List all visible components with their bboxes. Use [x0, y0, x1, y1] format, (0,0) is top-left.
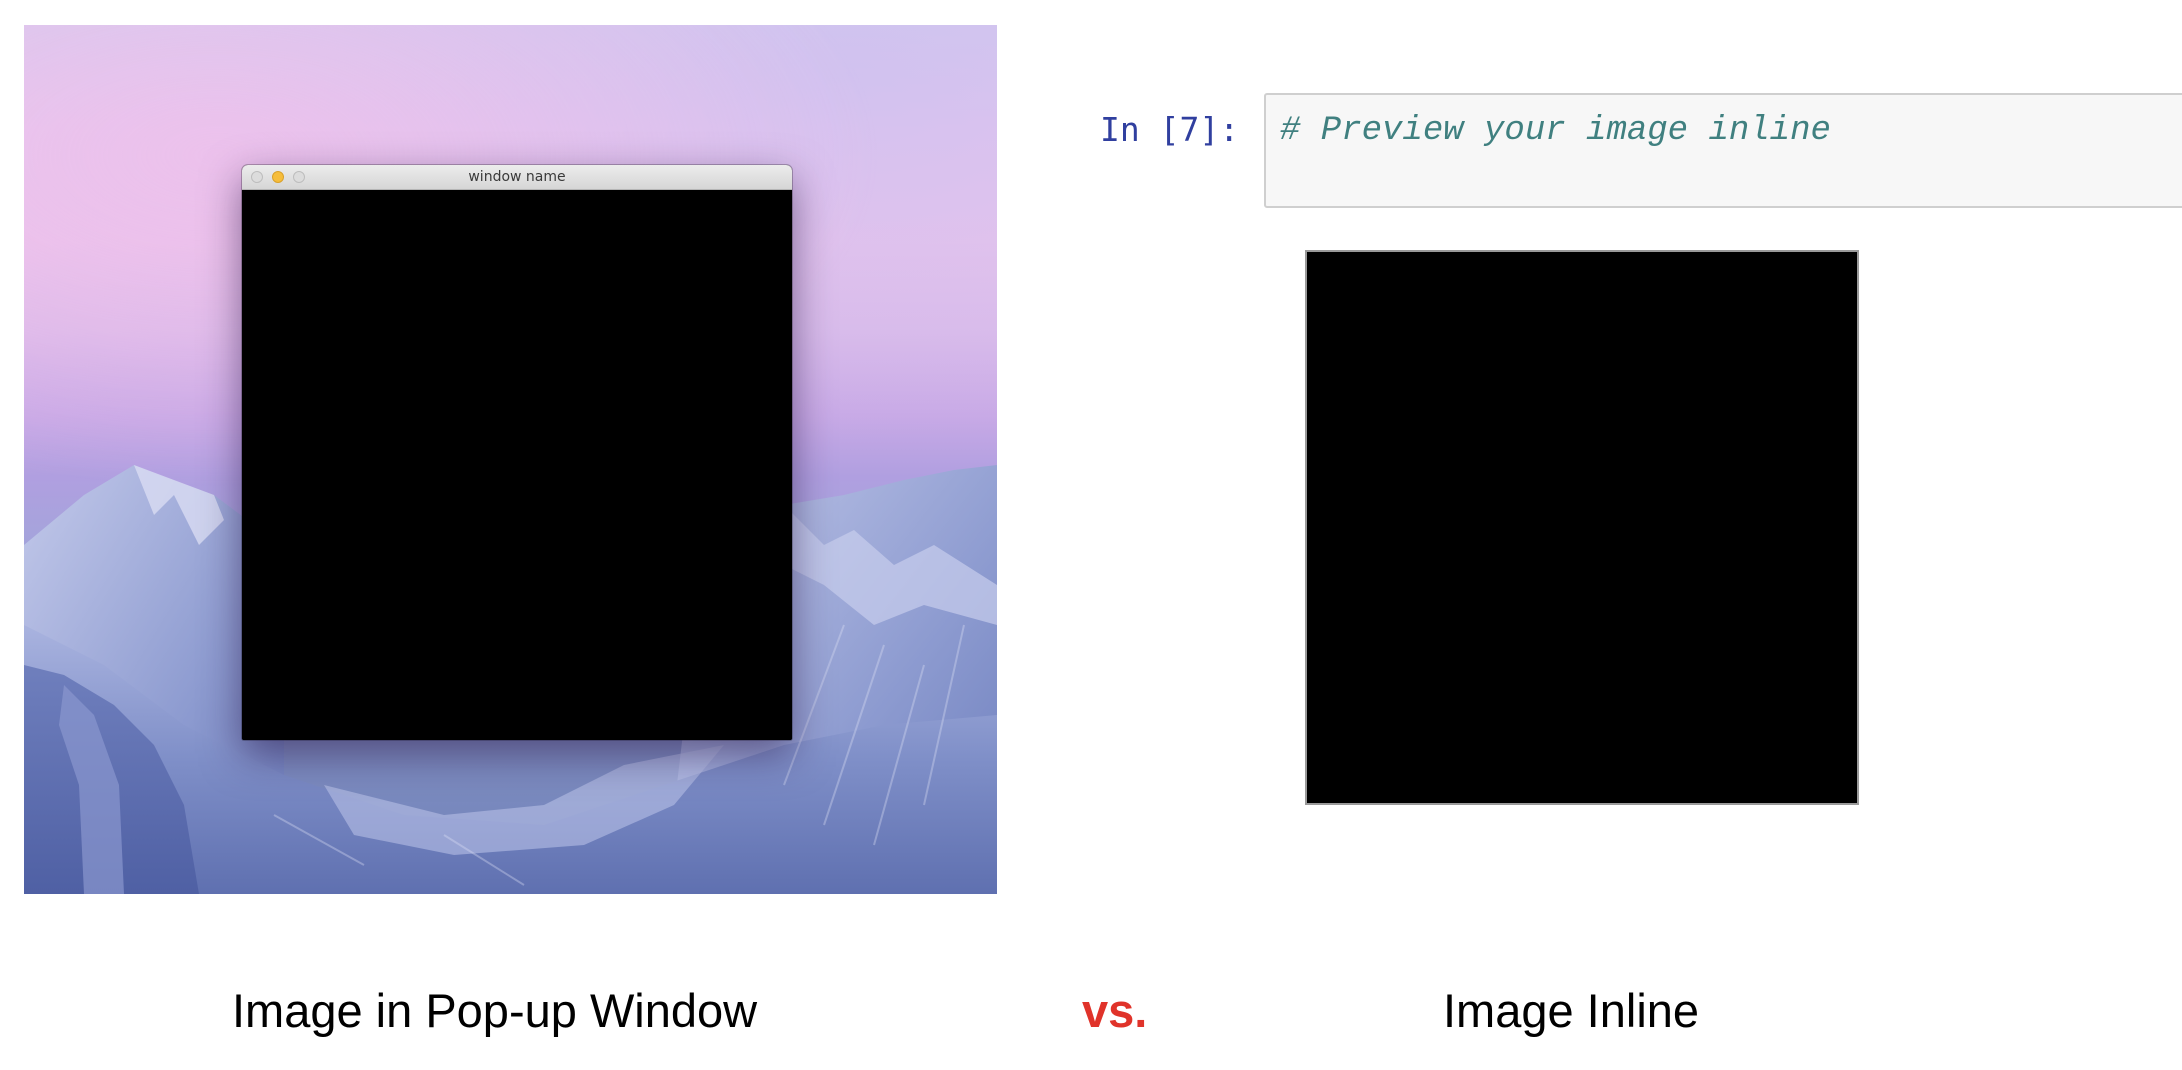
window-titlebar[interactable]: window name	[242, 165, 792, 190]
desktop-wallpaper: window name	[24, 25, 997, 894]
caption-popup: Image in Pop-up Window	[232, 984, 758, 1037]
popup-image-black	[242, 190, 792, 740]
caption-vs: vs.	[1082, 984, 1148, 1037]
inline-image-output	[1305, 250, 1859, 805]
code-comment: # Preview your image inline	[1280, 112, 1831, 150]
window-title: window name	[468, 169, 566, 185]
popup-window[interactable]: window name	[242, 165, 792, 740]
caption-inline: Image Inline	[1443, 984, 1700, 1037]
cell-prompt: In [7]:	[1100, 110, 1240, 149]
code-cell-input[interactable]: # Preview your image inline	[1264, 93, 2182, 208]
